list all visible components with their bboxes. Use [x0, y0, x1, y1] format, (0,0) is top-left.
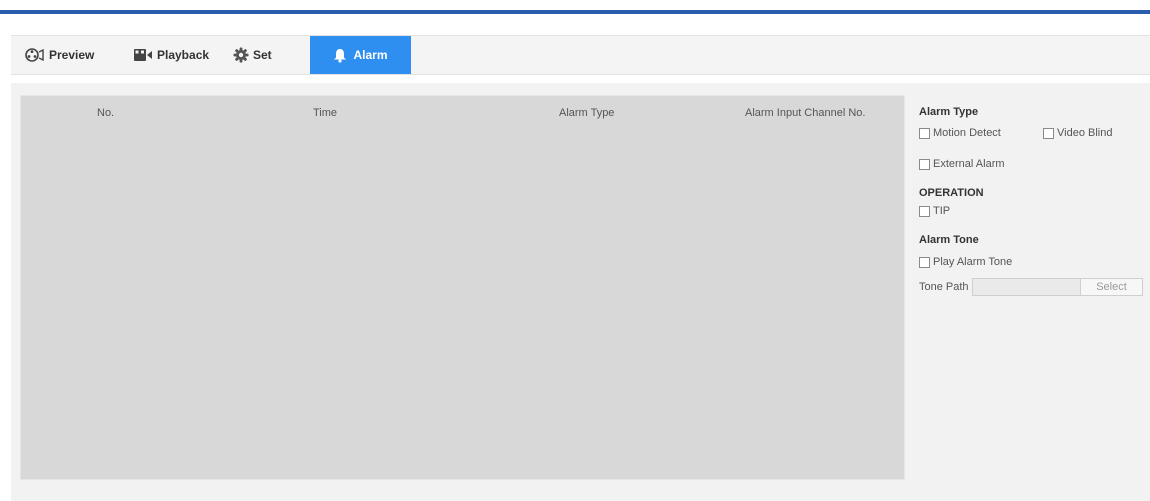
play-alarm-tone-label: Play Alarm Tone	[933, 256, 1013, 268]
alarm-tone-title: Alarm Tone	[919, 234, 979, 246]
checkbox-box[interactable]	[919, 205, 930, 217]
tab-playback[interactable]: Playback	[133, 36, 223, 74]
select-tone-button[interactable]: Select	[1080, 278, 1143, 296]
video-blind-label: Video Blind	[1057, 127, 1113, 139]
tab-set-label: Set	[253, 48, 272, 62]
tab-playback-label: Playback	[157, 48, 210, 62]
operation-title: OPERATION	[919, 187, 984, 199]
column-header-alarm-input-channel: Alarm Input Channel No.	[745, 107, 866, 119]
video-blind-checkbox[interactable]: Video Blind	[1043, 127, 1112, 139]
gear-icon	[233, 47, 249, 63]
checkbox-box[interactable]	[919, 158, 930, 170]
tab-set[interactable]: Set	[233, 36, 293, 74]
checkbox-box[interactable]	[919, 127, 930, 139]
alarm-type-title: Alarm Type	[919, 106, 979, 118]
checkbox-box[interactable]	[1043, 127, 1054, 139]
external-alarm-checkbox[interactable]: External Alarm	[919, 158, 1005, 170]
tip-checkbox[interactable]: TIP	[919, 205, 950, 217]
tab-preview[interactable]: Preview	[25, 36, 113, 74]
tone-path-label: Tone Path	[919, 281, 969, 293]
bell-icon	[333, 48, 347, 63]
motion-detect-label: Motion Detect	[933, 127, 1001, 139]
video-camera-icon	[133, 48, 153, 62]
alarm-content-area: No. Time Alarm Type Alarm Input Channel …	[11, 83, 1150, 501]
tab-alarm[interactable]: Alarm	[310, 36, 411, 74]
tip-label: TIP	[933, 205, 951, 217]
camera-icon	[25, 47, 45, 63]
alarm-table[interactable]: No. Time Alarm Type Alarm Input Channel …	[20, 95, 905, 480]
motion-detect-checkbox[interactable]: Motion Detect	[919, 127, 1001, 139]
top-accent-bar	[0, 10, 1150, 14]
tone-path-input[interactable]	[972, 278, 1084, 296]
tab-preview-label: Preview	[49, 48, 95, 62]
main-nav: Preview Playback Set Alarm	[11, 35, 1150, 75]
external-alarm-label: External Alarm	[933, 158, 1005, 170]
checkbox-box[interactable]	[919, 256, 930, 268]
play-alarm-tone-checkbox[interactable]: Play Alarm Tone	[919, 256, 1012, 268]
tab-alarm-label: Alarm	[353, 48, 388, 62]
column-header-alarm-type: Alarm Type	[559, 107, 615, 119]
column-header-time: Time	[313, 107, 338, 119]
column-header-no: No.	[97, 107, 115, 119]
